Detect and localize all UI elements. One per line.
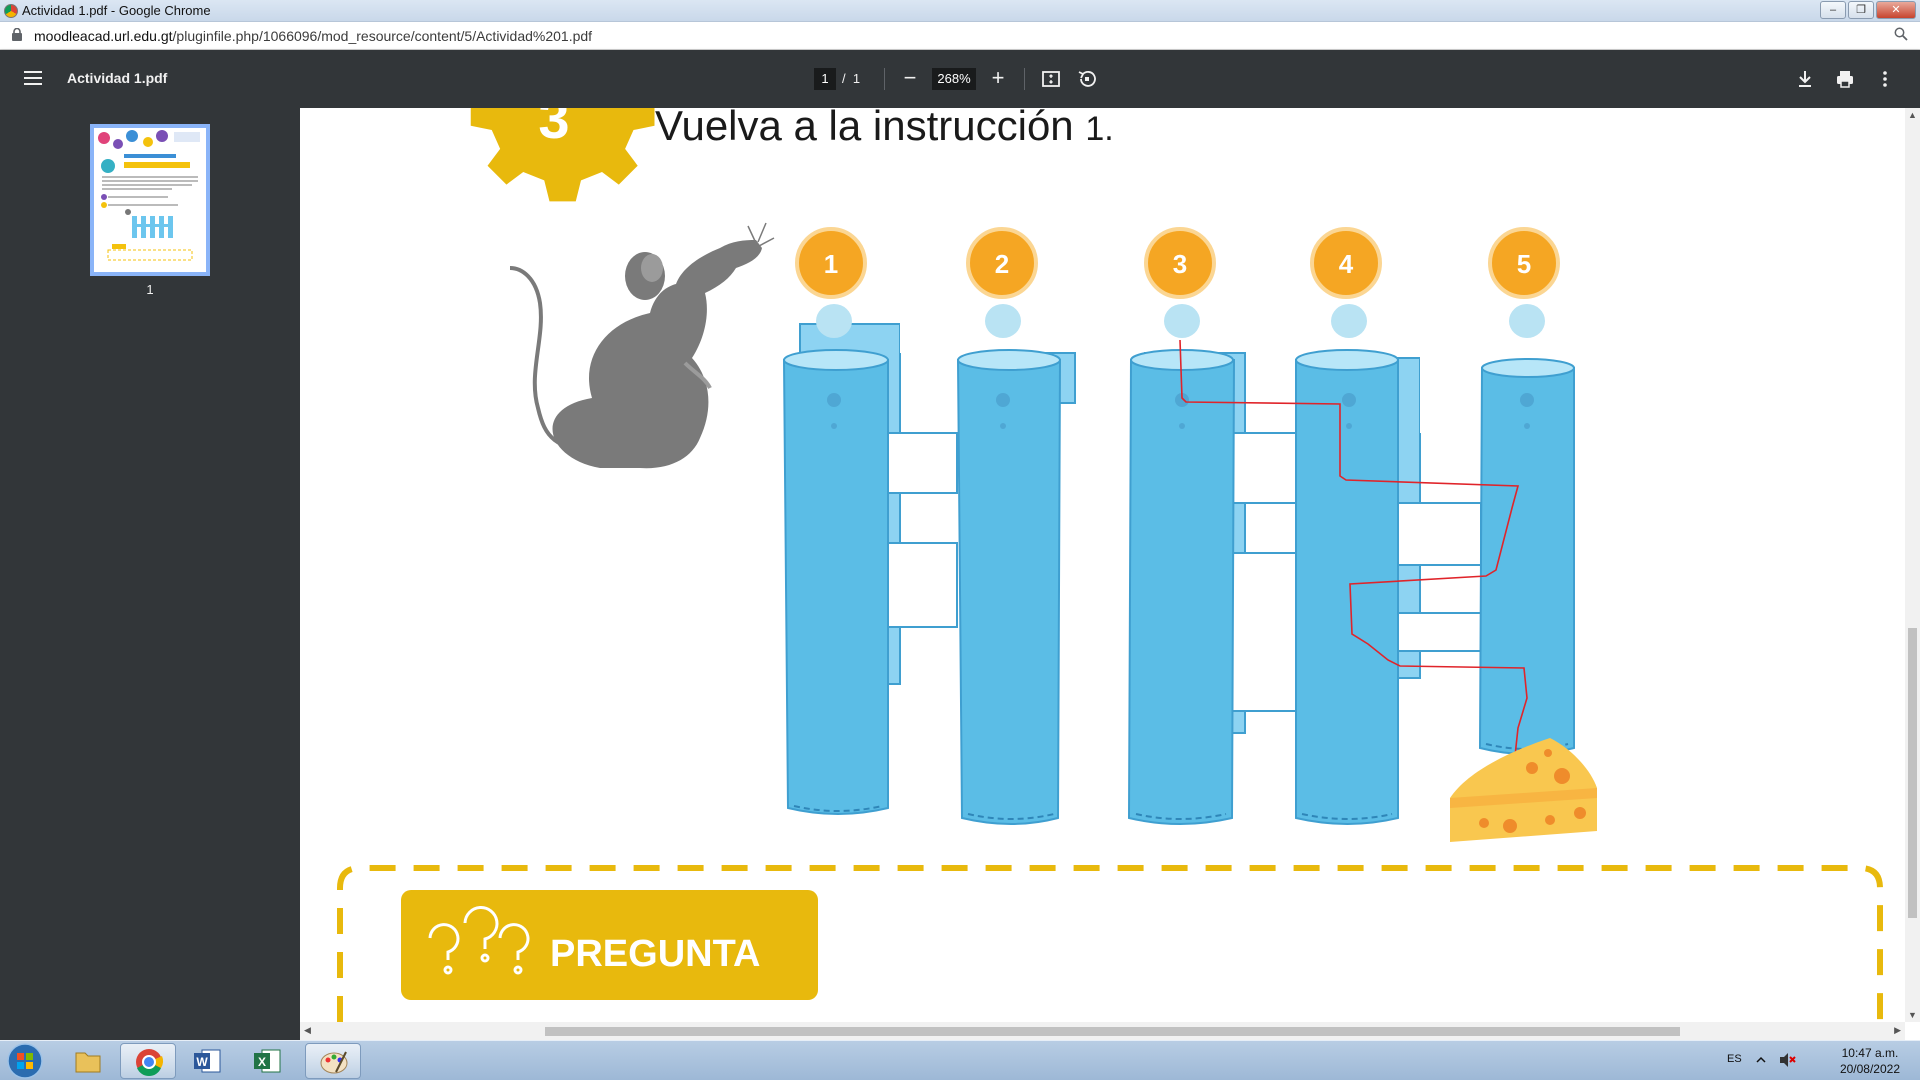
question-banner-label: PREGUNTA: [550, 933, 760, 975]
toolbar-divider: [1024, 68, 1025, 90]
speaker-muted-icon[interactable]: [1778, 1052, 1796, 1068]
pipe-number-badge: 5: [1488, 227, 1560, 299]
scroll-up-arrow-icon[interactable]: ▲: [1908, 110, 1917, 120]
svg-text:4: 4: [1339, 249, 1354, 279]
page-total: / 1: [842, 71, 861, 86]
vertical-scroll-thumb[interactable]: [1908, 628, 1917, 918]
menu-icon[interactable]: [24, 71, 42, 85]
horizontal-scrollbar[interactable]: ◀ ▶: [300, 1022, 1905, 1040]
zoom-indicator-icon[interactable]: [1894, 27, 1908, 41]
scroll-down-arrow-icon[interactable]: ▼: [1908, 1010, 1917, 1020]
folder-icon: [75, 1052, 101, 1073]
svg-text:X: X: [258, 1055, 266, 1069]
pipe-number-badge: 2: [966, 227, 1038, 299]
scroll-right-arrow-icon[interactable]: ▶: [1894, 1025, 1901, 1036]
svg-text:W: W: [196, 1055, 208, 1069]
svg-text:5: 5: [1517, 249, 1531, 279]
fit-page-icon[interactable]: [1040, 68, 1062, 90]
vertical-scrollbar[interactable]: ▲ ▼: [1905, 108, 1920, 1022]
pipe-number-badge: 3: [1144, 227, 1216, 299]
scroll-left-arrow-icon[interactable]: ◀: [304, 1025, 311, 1036]
address-bar[interactable]: moodleacad.url.edu.gt/pluginfile.php/106…: [0, 22, 1920, 50]
instruction-text: Vuelva a la instrucción 1.: [655, 108, 1114, 149]
language-indicator[interactable]: ES: [1727, 1053, 1742, 1065]
toolbar-divider: [884, 68, 885, 90]
step-gear-badge: 3: [470, 108, 655, 202]
pdf-toolbar: Actividad 1.pdf 1 / 1 − 268% +: [0, 50, 1920, 108]
chrome-icon: [136, 1049, 164, 1076]
chrome-icon: [4, 4, 18, 18]
url-text[interactable]: moodleacad.url.edu.gt/pluginfile.php/106…: [34, 28, 592, 44]
pipe-number-badge: 4: [1310, 227, 1382, 299]
thumbnail-preview: [94, 128, 206, 272]
taskbar-word[interactable]: W: [180, 1043, 236, 1079]
thumbnail-page-number: 1: [146, 282, 154, 297]
window-title-bar: Actividad 1.pdf - Google Chrome – ❐ ✕: [0, 0, 1920, 22]
pdf-viewer[interactable]: 3 Vuelva a la instrucción 1. 1 2 3 4 5 P…: [300, 108, 1905, 1022]
paint-icon: [320, 1051, 348, 1074]
lock-icon: [12, 28, 22, 41]
taskbar-explorer[interactable]: [60, 1043, 116, 1079]
maximize-button[interactable]: ❐: [1848, 1, 1874, 19]
taskbar-chrome[interactable]: [120, 1043, 176, 1079]
svg-text:2: 2: [995, 249, 1009, 279]
zoom-out-button[interactable]: −: [898, 67, 922, 89]
system-clock[interactable]: 10:47 a.m. 20/08/2022: [1840, 1045, 1900, 1077]
taskbar-excel[interactable]: X: [240, 1043, 296, 1079]
show-hidden-icons-icon[interactable]: [1756, 1055, 1766, 1065]
pipes-maze: [782, 304, 1575, 825]
print-icon[interactable]: [1834, 68, 1856, 90]
start-button-icon[interactable]: [6, 1043, 44, 1079]
taskbar-paint[interactable]: [305, 1043, 361, 1079]
svg-text:1: 1: [824, 249, 838, 279]
more-options-icon[interactable]: [1874, 68, 1896, 90]
pdf-filename: Actividad 1.pdf: [67, 70, 168, 86]
excel-icon: X: [254, 1049, 281, 1073]
window-title: Actividad 1.pdf - Google Chrome: [22, 3, 211, 18]
zoom-level-input[interactable]: 268%: [932, 68, 976, 90]
thumbnail-sidebar: 1: [0, 108, 300, 1040]
zoom-in-button[interactable]: +: [986, 67, 1010, 89]
close-button[interactable]: ✕: [1876, 1, 1916, 19]
taskbar: W X ES 10:47 a.m. 20/08/2022: [0, 1040, 1920, 1080]
pdf-page: 3 Vuelva a la instrucción 1. 1 2 3 4 5 P…: [337, 108, 1883, 1022]
page-number-input[interactable]: 1: [814, 68, 836, 90]
minimize-button[interactable]: –: [1820, 1, 1846, 19]
download-icon[interactable]: [1794, 68, 1816, 90]
horizontal-scroll-thumb[interactable]: [545, 1027, 1680, 1036]
step-number: 3: [538, 108, 569, 150]
page-thumbnail[interactable]: [90, 124, 210, 276]
pipe-number-badge: 1: [795, 227, 867, 299]
svg-text:3: 3: [1173, 249, 1187, 279]
number-badges: 1 2 3 4 5: [795, 227, 1560, 299]
word-icon: W: [194, 1049, 221, 1073]
rotate-icon[interactable]: [1076, 68, 1098, 90]
mouse-illustration: [509, 222, 775, 469]
